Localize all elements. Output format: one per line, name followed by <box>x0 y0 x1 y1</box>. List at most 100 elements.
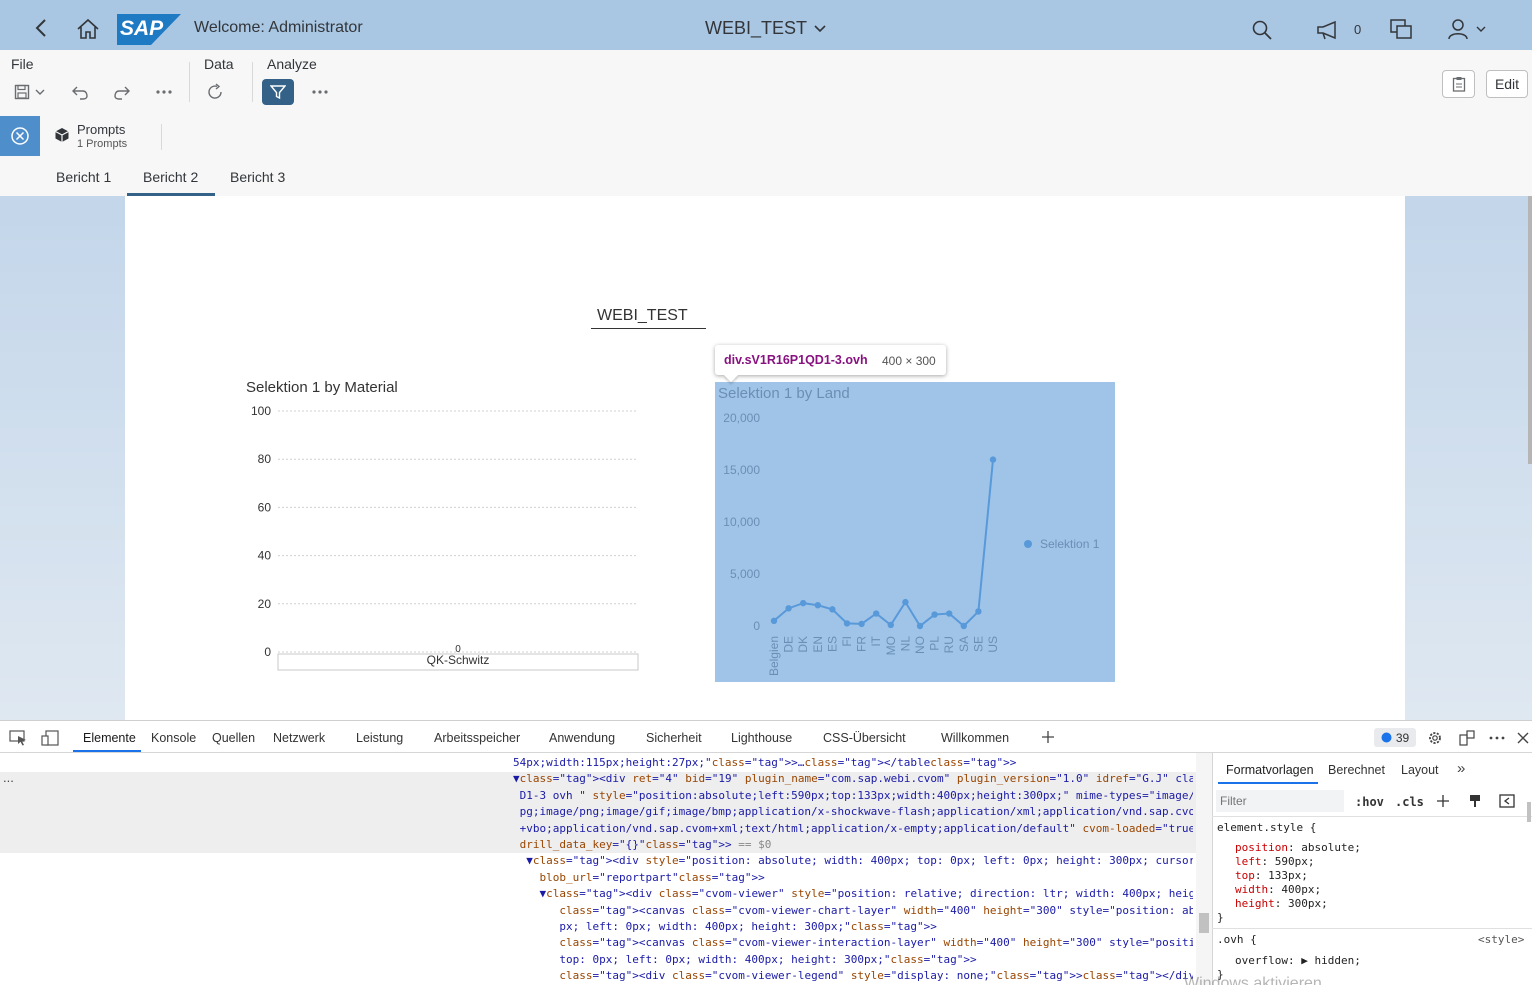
prompt-cancel-icon <box>11 127 29 145</box>
land-chart[interactable]: Selektion 1 by Land 20,000 15,000 10,000 5,… <box>715 382 1115 682</box>
redo-button[interactable] <box>112 82 132 102</box>
tab-bericht-3[interactable]: Bericht 3 <box>230 169 285 185</box>
home-button[interactable] <box>74 16 102 42</box>
devtools-tab-elemente[interactable]: Elemente <box>83 731 136 745</box>
y-tick-label: 60 <box>258 500 272 514</box>
edit-button[interactable]: Edit <box>1486 70 1528 98</box>
dom-line[interactable]: ▼class="tag"><div class="cvom-viewer" st… <box>513 886 1193 902</box>
styles-scrollbar-thumb[interactable] <box>1527 802 1531 822</box>
devtools-tab-konsole[interactable]: Konsole <box>151 731 196 745</box>
dom-line[interactable]: px; left: 0px; width: 400px; height: 300… <box>513 919 1193 935</box>
prompts-count: 1 Prompts <box>77 138 128 150</box>
prompts-separator <box>161 124 162 150</box>
filter-button[interactable] <box>262 79 294 105</box>
x-tick-label: DE <box>782 636 796 653</box>
document-title-menu[interactable]: WEBI_TEST <box>705 18 827 39</box>
devtools-tab-willkommen[interactable]: Willkommen <box>941 731 1009 745</box>
chevron-down-icon <box>814 24 826 32</box>
devtools-tab-quellen[interactable]: Quellen <box>212 731 255 745</box>
dom-breadcrumb-ellipsis[interactable]: ... <box>3 770 14 785</box>
x-tick-label: MO <box>884 636 898 655</box>
dom-line[interactable]: top: 0px; left: 0px; width: 400px; heigh… <box>513 952 1193 968</box>
element-style-properties[interactable]: position: absolute; left: 590px; top: 133p… <box>1235 841 1361 911</box>
devtools-tab-arbeitsspeicher[interactable]: Arbeitsspeicher <box>434 731 520 745</box>
css-property[interactable]: height: 300px; <box>1235 897 1361 911</box>
ovh-rule-source[interactable]: <style> <box>1478 933 1524 947</box>
devtools-tab-netzwerk[interactable]: Netzwerk <box>273 731 325 745</box>
refresh-button[interactable] <box>205 82 225 102</box>
user-menu-button[interactable] <box>1444 17 1490 41</box>
styles-tab-formatvorlagen[interactable]: Formatvorlagen <box>1226 763 1314 777</box>
devtools-tab-lighthouse[interactable]: Lighthouse <box>731 731 792 745</box>
inspector-tooltip: div.sV1R16P1QD1-3.ovh 400 × 300 <box>715 345 946 375</box>
close-devtools-button[interactable] <box>1514 729 1532 747</box>
undo-button[interactable] <box>70 82 90 102</box>
tab-bericht-2[interactable]: Bericht 2 <box>143 169 198 185</box>
dom-line[interactable]: class="tag"><canvas class="cvom-viewer-c… <box>513 903 1193 919</box>
dom-line[interactable]: blob_url="reportpart"class="tag">> <box>513 870 1193 886</box>
dom-line[interactable]: class="tag"><canvas class="cvom-viewer-i… <box>513 935 1193 951</box>
device-toolbar-button[interactable] <box>40 729 60 747</box>
file-more-button[interactable] <box>153 82 175 102</box>
styles-filter-input[interactable] <box>1216 790 1344 812</box>
dom-line[interactable]: pg;image/png;image/gif;image/bmp;applica… <box>513 804 1193 820</box>
dom-scrollbar-thumb[interactable] <box>1199 913 1209 933</box>
ovh-rule-property[interactable]: overflow: ▶ hidden; <box>1235 954 1361 968</box>
data-group-label: Data <box>204 56 234 72</box>
more-tabs-icon[interactable]: » <box>1457 760 1465 777</box>
material-chart[interactable]: Selektion 1 by Material 100806040200 0QK-… <box>240 370 650 680</box>
analyze-more-button[interactable] <box>309 82 331 102</box>
prompts-summary[interactable]: Prompts 1 Prompts <box>54 121 154 153</box>
prompts-toggle-button[interactable] <box>0 116 40 156</box>
dom-line[interactable]: class="tag"><div class="cvom-viewer-lege… <box>513 968 1193 984</box>
css-property[interactable]: left: 590px; <box>1235 855 1361 869</box>
product-switch-button[interactable] <box>1388 17 1414 41</box>
styles-tab-berechnet[interactable]: Berechnet <box>1328 763 1385 777</box>
new-style-rule-button[interactable] <box>1434 792 1452 810</box>
paint-button[interactable] <box>1466 792 1484 810</box>
ovh-rule-selector[interactable]: .ovh { <box>1217 933 1257 947</box>
close-icon <box>1517 732 1529 744</box>
more-icon <box>156 90 172 94</box>
css-property[interactable]: top: 133px; <box>1235 869 1361 883</box>
dom-line[interactable]: +vbo;application/vnd.sap.cvom+xml;text/h… <box>513 821 1193 837</box>
devtools-more-button[interactable] <box>1488 729 1506 747</box>
dom-tree[interactable]: 54px;width:115px;height:27px;"class="tag… <box>513 755 1193 985</box>
connection-icon <box>1459 730 1475 746</box>
legend-marker <box>1024 540 1032 548</box>
css-property[interactable]: width: 400px; <box>1235 883 1361 897</box>
dom-line[interactable]: ▼class="tag"><div ret="4" bid="19" plugi… <box>513 771 1193 787</box>
clipboard-button[interactable] <box>1442 70 1475 98</box>
inspect-element-button[interactable] <box>8 729 28 747</box>
element-style-selector[interactable]: element.style { <box>1217 821 1316 835</box>
sap-logo[interactable]: SAP <box>117 14 181 45</box>
y-tick-label: 100 <box>251 404 271 418</box>
devtools-tab-anwendung[interactable]: Anwendung <box>549 731 615 745</box>
tab-bericht-1[interactable]: Bericht 1 <box>56 169 111 185</box>
settings-button[interactable] <box>1426 729 1444 747</box>
dom-line[interactable]: drill_data_key="{}"class="tag">> == $0 <box>513 837 1193 853</box>
search-button[interactable] <box>1250 18 1274 42</box>
toggle-sidebar-button[interactable] <box>1498 792 1516 810</box>
css-property[interactable]: position: absolute; <box>1235 841 1361 855</box>
issues-badge[interactable]: 39 <box>1374 728 1416 747</box>
data-point <box>931 611 938 618</box>
dom-line[interactable]: ▼class="tag"><div style="position: absol… <box>513 853 1193 869</box>
hov-toggle[interactable]: :hov <box>1355 795 1384 809</box>
back-button[interactable] <box>30 16 52 40</box>
remote-devices-button[interactable] <box>1458 729 1476 747</box>
devtools-tab-css-bersicht[interactable]: CSS-Übersicht <box>823 731 906 745</box>
save-button[interactable] <box>11 82 49 102</box>
devtools-tab-sicherheit[interactable]: Sicherheit <box>646 731 702 745</box>
report-title: WEBI_TEST <box>597 307 688 324</box>
devtools-tab-leistung[interactable]: Leistung <box>356 731 403 745</box>
add-tab-button[interactable] <box>1039 728 1057 746</box>
data-point <box>873 610 880 617</box>
styles-tab-layout[interactable]: Layout <box>1401 763 1439 777</box>
cls-toggle[interactable]: .cls <box>1395 795 1424 809</box>
notifications-button[interactable] <box>1315 18 1341 42</box>
dom-line[interactable]: 54px;width:115px;height:27px;"class="tag… <box>513 755 1193 771</box>
canvas-scrollbar[interactable] <box>1528 196 1532 464</box>
dom-line[interactable]: D1-3 ovh " style="position:absolute;left… <box>513 788 1193 804</box>
paintbrush-icon <box>1470 795 1480 807</box>
